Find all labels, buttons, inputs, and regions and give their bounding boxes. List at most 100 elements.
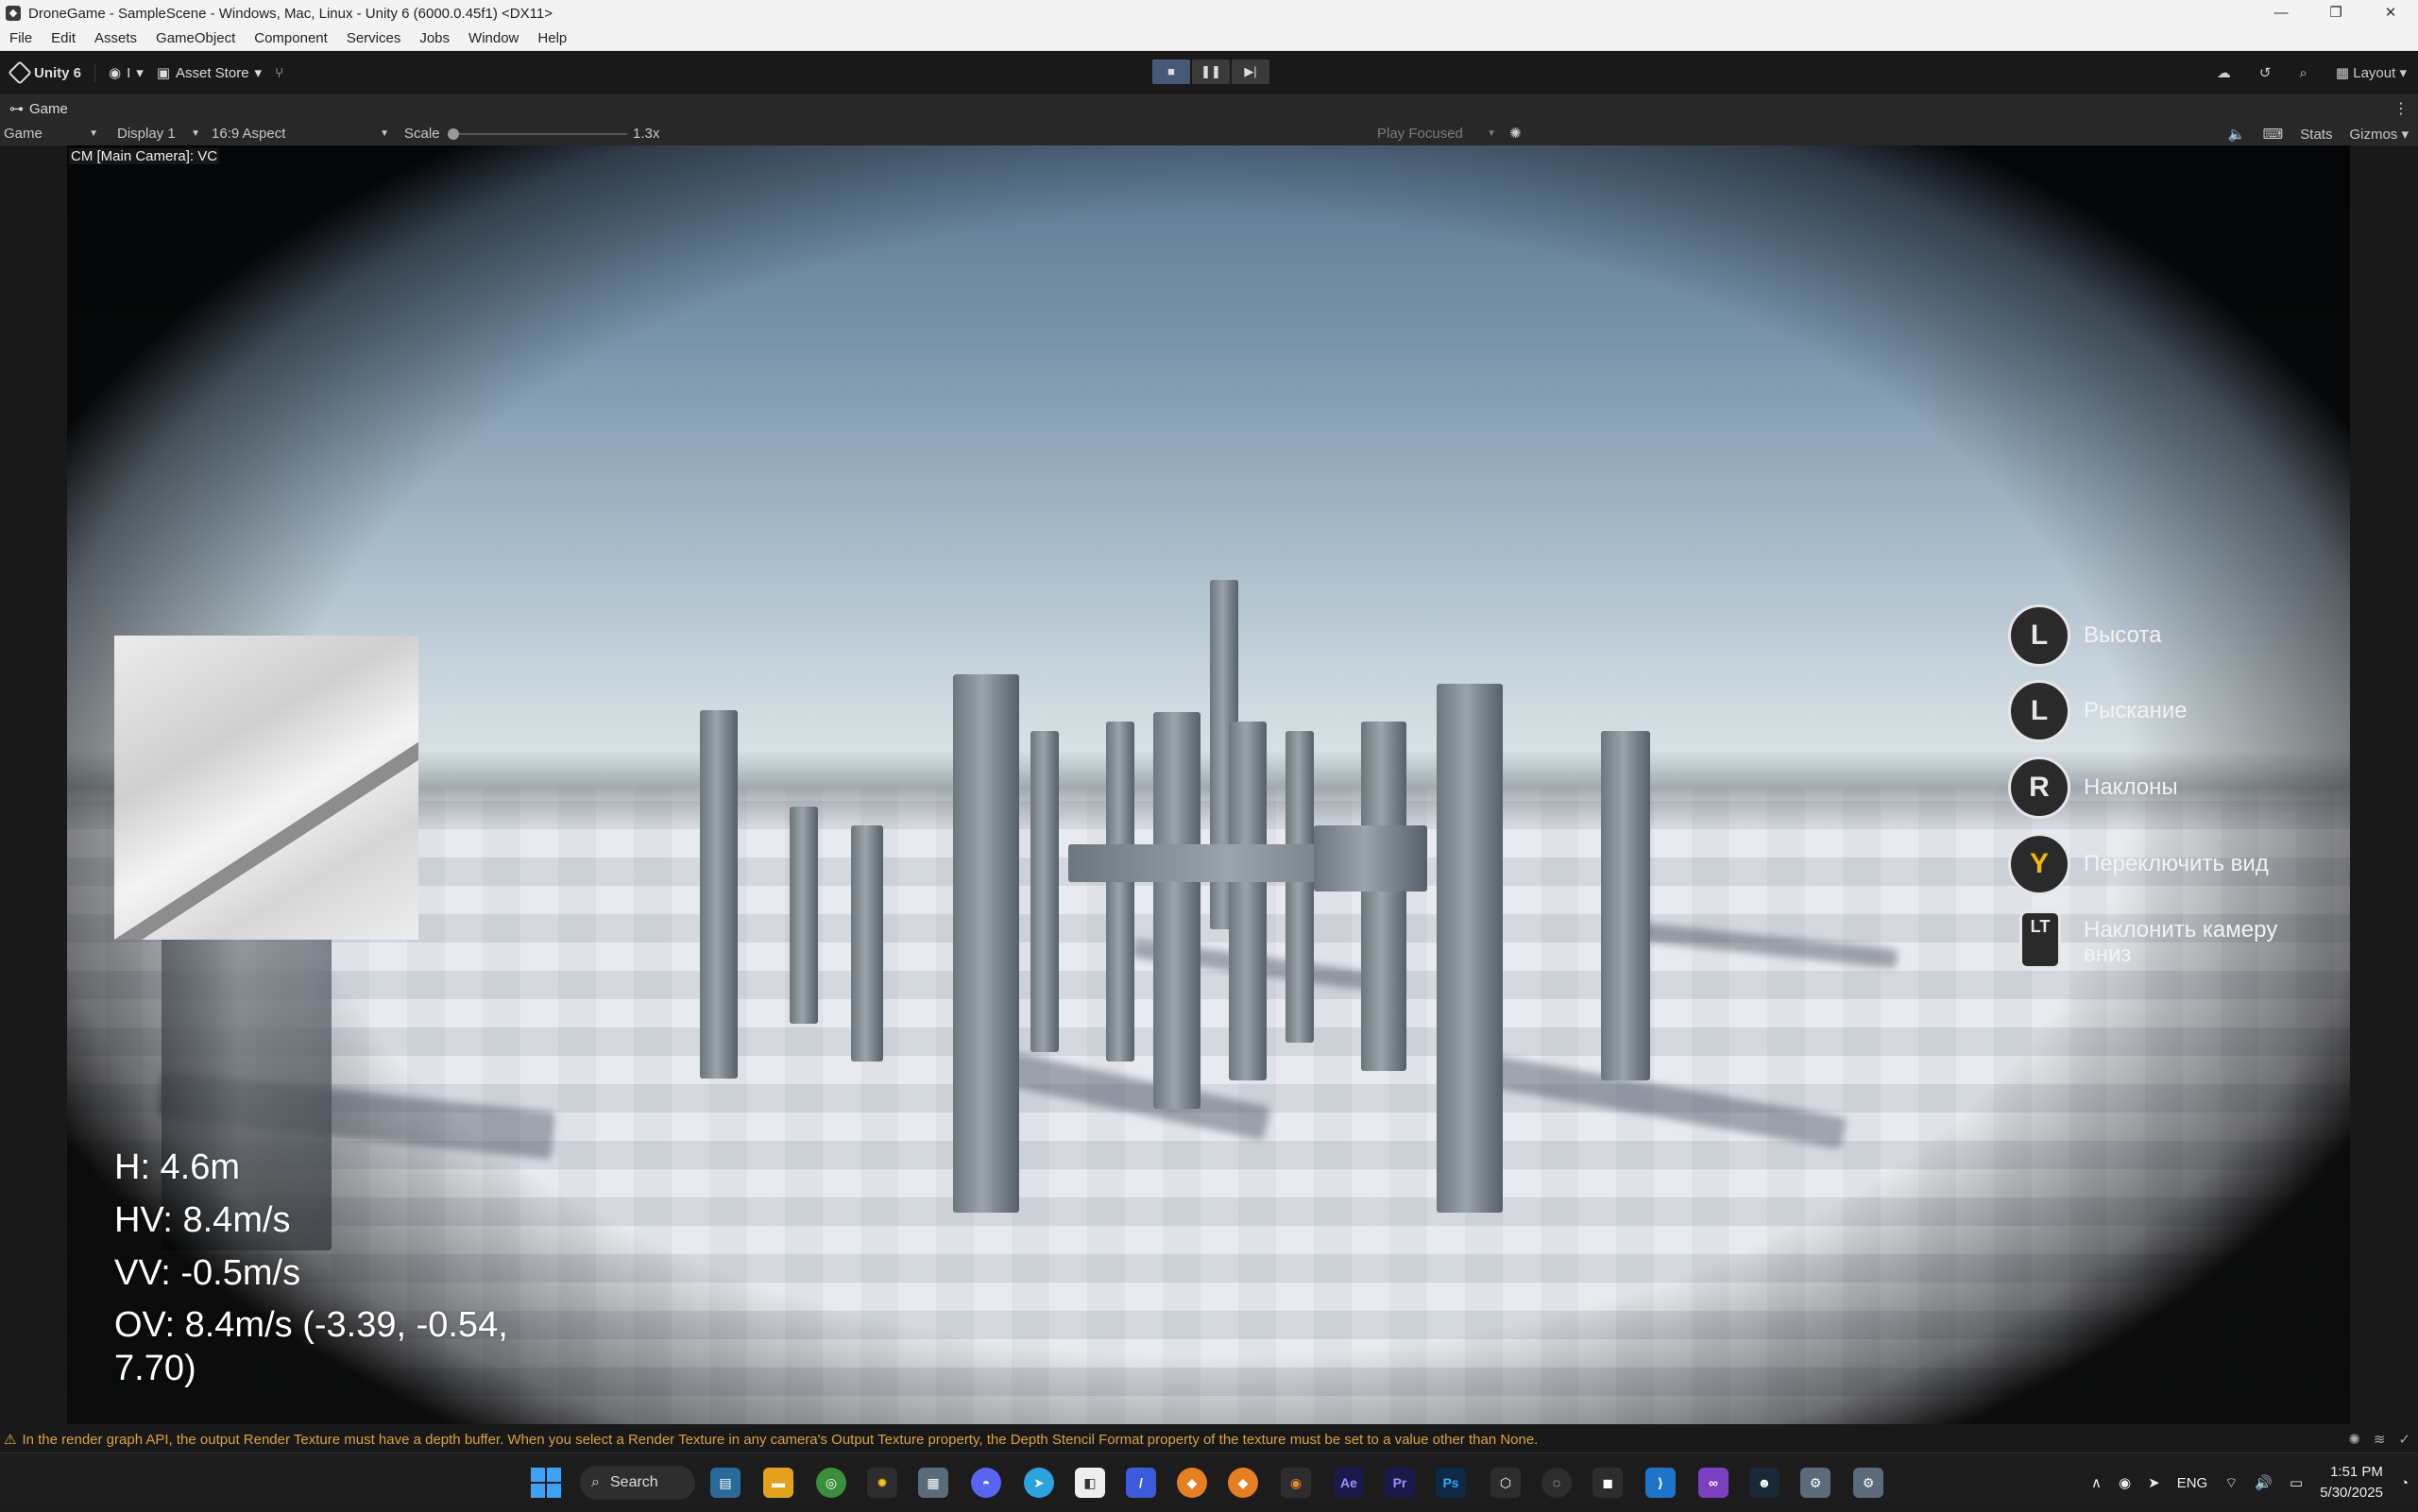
minimize-button[interactable]: — bbox=[2254, 0, 2308, 26]
windows-logo-icon bbox=[531, 1468, 545, 1482]
vertical-velocity-readout: VV: -0.5m/s bbox=[114, 1253, 301, 1293]
blender-icon[interactable]: ◉ bbox=[1281, 1468, 1311, 1498]
pillar bbox=[1229, 722, 1267, 1080]
stats-button[interactable]: Stats bbox=[2300, 127, 2332, 143]
minimap-terrain-band bbox=[114, 707, 418, 940]
sparkle-app-icon[interactable]: ✹ bbox=[867, 1468, 897, 1498]
console-message: In the render graph API, the output Rend… bbox=[22, 1432, 1539, 1448]
taskbar-search[interactable]: ⌕ Search bbox=[580, 1466, 695, 1500]
chrome-icon[interactable]: ◎ bbox=[816, 1468, 846, 1498]
notes-app-icon[interactable]: / bbox=[1126, 1468, 1156, 1498]
tray-app-icon[interactable]: ◉ bbox=[2119, 1474, 2131, 1491]
photoshop-icon[interactable]: Ps bbox=[1436, 1468, 1466, 1498]
play-focused-dropdown[interactable]: Play Focused ▼ bbox=[1377, 123, 1502, 145]
step-button[interactable]: ▶| bbox=[1232, 59, 1269, 84]
console-status-bar[interactable]: ⚠ In the render graph API, the output Re… bbox=[0, 1428, 2418, 1453]
game-mode-dropdown[interactable]: Game ▼ bbox=[4, 123, 104, 145]
unity-account-button[interactable]: Unity 6 bbox=[8, 60, 81, 85]
search-icon: ⌕ bbox=[591, 1474, 600, 1490]
clock[interactable]: 1:51 PM 5/30/2025 bbox=[2320, 1462, 2383, 1504]
pillar bbox=[1361, 722, 1406, 1071]
discord-icon[interactable]: ◓ bbox=[971, 1468, 1001, 1498]
stop-button[interactable]: ■ bbox=[1152, 59, 1190, 84]
account-dropdown[interactable]: ◉ I ▾ bbox=[109, 64, 144, 82]
cube-app-icon[interactable]: ◼ bbox=[1592, 1468, 1623, 1498]
version-control-icon[interactable]: ⑂ bbox=[275, 65, 283, 81]
scale-value: 1.3x bbox=[633, 126, 660, 142]
send-icon[interactable]: ➤ bbox=[2148, 1474, 2160, 1491]
pillar bbox=[1106, 722, 1134, 1062]
file-explorer-icon[interactable]: ▬ bbox=[763, 1468, 793, 1498]
store-icon[interactable]: ◧ bbox=[1075, 1468, 1105, 1498]
unity-hub-icon[interactable]: ⬡ bbox=[1490, 1468, 1521, 1498]
calculator-icon[interactable]: ▦ bbox=[918, 1468, 948, 1498]
pillar bbox=[1286, 731, 1314, 1043]
menu-services[interactable]: Services bbox=[337, 30, 411, 46]
menu-help[interactable]: Help bbox=[528, 30, 576, 46]
settings-icon[interactable]: ⚙ bbox=[1800, 1468, 1831, 1498]
premiere-icon[interactable]: Pr bbox=[1385, 1468, 1415, 1498]
user-icon: ◉ bbox=[109, 65, 122, 81]
asset-store-dropdown[interactable]: ▣ Asset Store ▾ bbox=[157, 64, 262, 82]
battery-icon[interactable]: ▭ bbox=[2290, 1474, 2303, 1491]
menu-assets[interactable]: Assets bbox=[85, 30, 146, 46]
start-button[interactable] bbox=[531, 1468, 561, 1498]
menu-file[interactable]: File bbox=[0, 30, 42, 46]
history-icon[interactable]: ↺ bbox=[2259, 64, 2272, 81]
unity-app-icon: ◆ bbox=[6, 6, 21, 21]
control-hint-tilt: R Наклоны bbox=[2008, 756, 2348, 823]
chevron-up-icon[interactable]: ∧ bbox=[2091, 1474, 2102, 1491]
after-effects-icon[interactable]: Ae bbox=[1334, 1468, 1364, 1498]
clock-date: 5/30/2025 bbox=[2320, 1485, 2383, 1501]
circle-app-icon[interactable]: ◌ bbox=[1541, 1468, 1572, 1498]
pillar bbox=[953, 674, 1019, 1213]
mute-audio-icon[interactable]: 🔈 bbox=[2228, 126, 2246, 143]
vscode-icon[interactable]: ⟩ bbox=[1645, 1468, 1676, 1498]
aspect-label: 16:9 Aspect bbox=[212, 126, 286, 142]
display-dropdown[interactable]: Display 1 ▼ bbox=[117, 123, 206, 145]
telegram-icon[interactable]: ➤ bbox=[1024, 1468, 1054, 1498]
scale-slider-track[interactable] bbox=[451, 133, 627, 135]
gizmos-label: Gizmos bbox=[2349, 127, 2398, 143]
scale-slider-handle[interactable] bbox=[448, 128, 459, 140]
visual-studio-icon[interactable]: ∞ bbox=[1698, 1468, 1728, 1498]
layers-icon[interactable]: ≋ bbox=[2374, 1428, 2386, 1453]
layout-label: Layout bbox=[2353, 65, 2396, 81]
windows-taskbar: ⌕ Search ▤ ▬ ◎ ✹ ▦ ◓ ➤ ◧ / ◆ ◆ ◉ Ae Pr P… bbox=[0, 1453, 2418, 1511]
left-stick-icon: L bbox=[2008, 604, 2070, 667]
menu-edit[interactable]: Edit bbox=[42, 30, 85, 46]
tab-game[interactable]: ⊶ Game bbox=[9, 100, 68, 118]
minimap bbox=[114, 636, 418, 940]
aspect-dropdown[interactable]: 16:9 Aspect ▼ bbox=[212, 123, 395, 145]
cloud-icon[interactable]: ☁ bbox=[2217, 64, 2231, 81]
menu-gameobject[interactable]: GameObject bbox=[146, 30, 245, 46]
menu-component[interactable]: Component bbox=[245, 30, 337, 46]
fl-studio-alt-icon[interactable]: ◆ bbox=[1228, 1468, 1258, 1498]
maximize-button[interactable]: ❐ bbox=[2308, 0, 2363, 26]
control-hint-label: Переключить вид bbox=[2084, 851, 2269, 876]
wifi-icon[interactable]: ⌔ bbox=[2224, 1474, 2238, 1492]
language-indicator[interactable]: ENG bbox=[2177, 1475, 2208, 1491]
close-button[interactable]: ✕ bbox=[2363, 0, 2418, 26]
pillar bbox=[790, 807, 818, 1024]
menu-jobs[interactable]: Jobs bbox=[410, 30, 459, 46]
gizmos-button[interactable]: Gizmos ▾ bbox=[2349, 126, 2409, 143]
volume-icon[interactable]: 🔊 bbox=[2255, 1474, 2273, 1491]
fl-studio-icon[interactable]: ◆ bbox=[1177, 1468, 1207, 1498]
menu-window[interactable]: Window bbox=[459, 30, 528, 46]
tab-game-label: Game bbox=[29, 100, 68, 117]
task-view-icon[interactable]: ▤ bbox=[710, 1468, 741, 1498]
bug-icon[interactable]: ✺ bbox=[1509, 123, 1522, 145]
more-options-icon[interactable]: ⋮ bbox=[2393, 99, 2409, 118]
pause-button[interactable]: ❚❚ bbox=[1192, 59, 1230, 84]
steam-icon[interactable]: ☻ bbox=[1749, 1468, 1779, 1498]
search-icon[interactable]: ⌕ bbox=[2300, 65, 2307, 81]
notification-icon[interactable]: ◔ bbox=[2400, 1475, 2409, 1491]
layout-dropdown[interactable]: ▦ Layout ▾ bbox=[2336, 64, 2407, 81]
bug-icon[interactable]: ✺ bbox=[2348, 1428, 2360, 1453]
settings-alt-icon[interactable]: ⚙ bbox=[1853, 1468, 1883, 1498]
pillar bbox=[851, 825, 883, 1062]
control-hint-yaw: L Рыскание bbox=[2008, 680, 2348, 746]
keyboard-shortcuts-icon[interactable]: ⌨ bbox=[2263, 126, 2284, 143]
check-icon[interactable]: ✓ bbox=[2398, 1428, 2410, 1453]
